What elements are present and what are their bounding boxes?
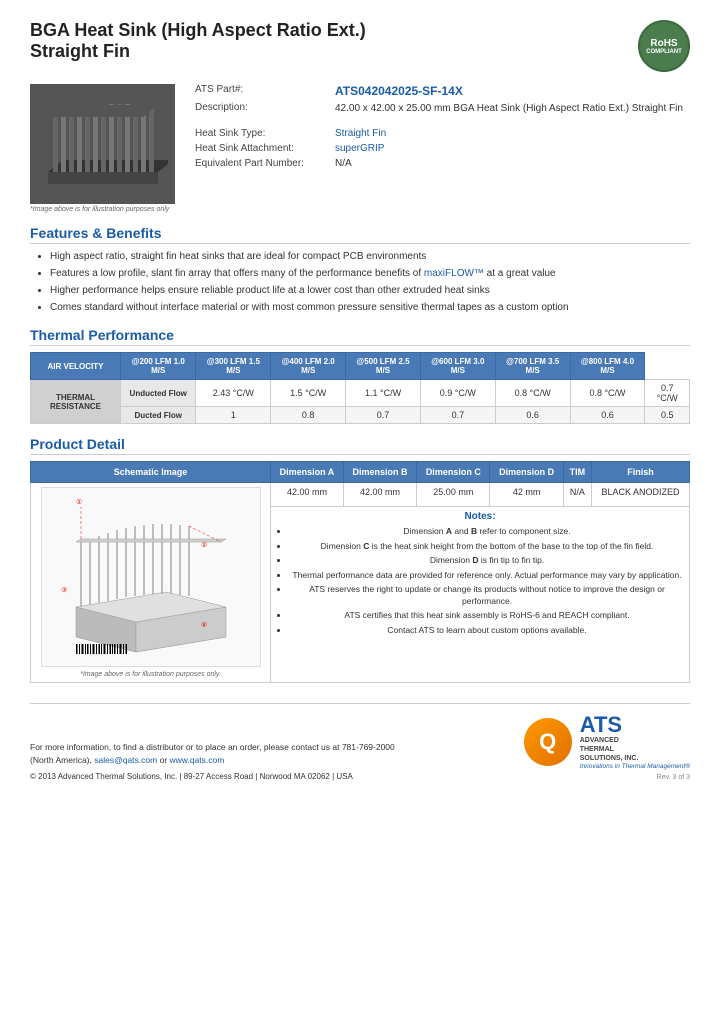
dim-b-value: 42.00 mm — [343, 483, 416, 507]
title-line1: BGA Heat Sink (High Aspect Ratio Ext.) — [30, 20, 366, 41]
footer-website[interactable]: www.qats.com — [170, 755, 225, 765]
part-label: ATS Part#: — [195, 84, 335, 95]
note-3: Dimension D is fin tip to fin tip. — [289, 555, 685, 566]
ducted-flow-row: Ducted Flow10.80.70.70.60.60.5 — [31, 407, 690, 424]
spec-equivalent-part: Equivalent Part Number: N/A — [195, 158, 690, 169]
product-specs: ATS Part#: ATS042042025-SF-14X Descripti… — [195, 84, 690, 213]
spec-description: Description: 42.00 x 42.00 x 25.00 mm BG… — [195, 102, 690, 116]
finish-header: Finish — [592, 462, 690, 483]
title-line2: Straight Fin — [30, 41, 366, 62]
product-info-section: *Image above is for illustration purpose… — [30, 84, 690, 213]
footer-section: For more information, to find a distribu… — [30, 703, 690, 781]
product-detail-table: Schematic Image Dimension A Dimension B … — [30, 461, 690, 683]
heat-sink-type-value: Straight Fin — [335, 128, 386, 139]
unducted-flow-row: THERMAL RESISTANCEUnducted Flow2.43 °C/W… — [31, 380, 690, 407]
image-caption: *Image above is for illustration purpose… — [30, 206, 175, 213]
spec-part-number: ATS Part#: ATS042042025-SF-14X — [195, 84, 690, 98]
tim-header: TIM — [563, 462, 591, 483]
product-image-container: *Image above is for illustration purpose… — [30, 84, 175, 213]
svg-text:③: ③ — [61, 586, 67, 594]
footer-contact-text: For more information, to find a distribu… — [30, 741, 410, 767]
attachment-label: Heat Sink Attachment: — [195, 143, 335, 154]
footer-copyright: © 2013 Advanced Thermal Solutions, Inc. … — [30, 772, 410, 781]
note-6: ATS certifies that this heat sink assemb… — [289, 610, 685, 621]
thermal-section-title: Thermal Performance — [30, 327, 690, 346]
page-number: Rev. 3 of 3 — [524, 774, 690, 781]
notes-cell: Notes: Dimension A and B refer to compon… — [271, 507, 690, 683]
description-label: Description: — [195, 102, 335, 113]
spec-heat-sink-type: Heat Sink Type: Straight Fin — [195, 128, 690, 139]
heat-sink-type-label: Heat Sink Type: — [195, 128, 335, 139]
ats-logo-circle: Q — [524, 718, 572, 766]
feature-item-2: Features a low profile, slant fin array … — [50, 267, 690, 281]
part-number-value: ATS042042025-SF-14X — [335, 84, 463, 98]
schematic-cell: ① ② ③ ④ — [31, 483, 271, 683]
ats-sub1: ADVANCED — [580, 736, 690, 745]
dim-d-header: Dimension D — [490, 462, 563, 483]
notes-list: Dimension A and B refer to component siz… — [275, 526, 685, 636]
ats-logo-text: ATS ADVANCED THERMAL SOLUTIONS, INC. Inn… — [580, 714, 690, 770]
ats-sub2: THERMAL — [580, 745, 690, 754]
page-header: BGA Heat Sink (High Aspect Ratio Ext.) S… — [30, 20, 690, 72]
note-4: Thermal performance data are provided fo… — [289, 570, 685, 581]
features-list: High aspect ratio, straight fin heat sin… — [30, 250, 690, 315]
footer-left: For more information, to find a distribu… — [30, 741, 410, 782]
product-title: BGA Heat Sink (High Aspect Ratio Ext.) S… — [30, 20, 366, 62]
note-7: Contact ATS to learn about custom option… — [289, 625, 685, 636]
ats-logo: Q ATS ADVANCED THERMAL SOLUTIONS, INC. I… — [524, 714, 690, 770]
features-section-title: Features & Benefits — [30, 225, 690, 244]
notes-title: Notes: — [275, 511, 685, 522]
note-5: ATS reserves the right to update or chan… — [289, 584, 685, 607]
schematic-caption: *Image above is for illustration purpose… — [35, 671, 266, 678]
svg-text:④: ④ — [201, 621, 207, 629]
schematic-header: Schematic Image — [31, 462, 271, 483]
product-image — [30, 84, 175, 204]
ats-main-text: ATS — [580, 714, 690, 736]
feature-item-1: High aspect ratio, straight fin heat sin… — [50, 250, 690, 264]
note-1: Dimension A and B refer to component siz… — [289, 526, 685, 537]
footer-right: Q ATS ADVANCED THERMAL SOLUTIONS, INC. I… — [524, 714, 690, 781]
equivalent-part-value: N/A — [335, 158, 352, 169]
rohs-text: RoHS — [650, 38, 677, 49]
description-value: 42.00 x 42.00 x 25.00 mm BGA Heat Sink (… — [335, 102, 683, 116]
attachment-value: superGRIP — [335, 143, 384, 154]
product-detail-section-title: Product Detail — [30, 436, 690, 455]
ats-tagline: Innovations in Thermal Management® — [580, 763, 690, 770]
dimension-data-row: ① ② ③ ④ — [31, 483, 690, 507]
air-velocity-header: AIR VELOCITY — [31, 353, 121, 380]
feature-item-3: Higher performance helps ensure reliable… — [50, 284, 690, 298]
finish-value: BLACK ANODIZED — [592, 483, 690, 507]
thermal-resistance-label: THERMAL RESISTANCE — [31, 380, 121, 424]
schematic-svg: ① ② ③ ④ — [46, 492, 256, 662]
dim-d-value: 42 mm — [490, 483, 563, 507]
footer-email[interactable]: sales@qats.com — [94, 755, 157, 765]
schematic-image: ① ② ③ ④ — [41, 487, 261, 667]
note-2: Dimension C is the heat sink height from… — [289, 541, 685, 552]
dim-c-value: 25.00 mm — [417, 483, 490, 507]
heat-sink-image — [38, 92, 168, 197]
dim-b-header: Dimension B — [343, 462, 416, 483]
rohs-badge: RoHS COMPLIANT — [638, 20, 690, 72]
spec-attachment: Heat Sink Attachment: superGRIP — [195, 143, 690, 154]
dim-c-header: Dimension C — [417, 462, 490, 483]
ats-sub3: SOLUTIONS, INC. — [580, 754, 690, 763]
dim-a-value: 42.00 mm — [271, 483, 344, 507]
compliant-text: COMPLIANT — [646, 49, 682, 55]
thermal-performance-table: AIR VELOCITY@200 LFM 1.0 M/S@300 LFM 1.5… — [30, 352, 690, 424]
tim-value: N/A — [563, 483, 591, 507]
svg-text:①: ① — [76, 498, 82, 506]
equivalent-part-label: Equivalent Part Number: — [195, 158, 335, 169]
feature-item-4: Comes standard without interface materia… — [50, 301, 690, 315]
svg-text:②: ② — [201, 541, 207, 549]
dim-a-header: Dimension A — [271, 462, 344, 483]
